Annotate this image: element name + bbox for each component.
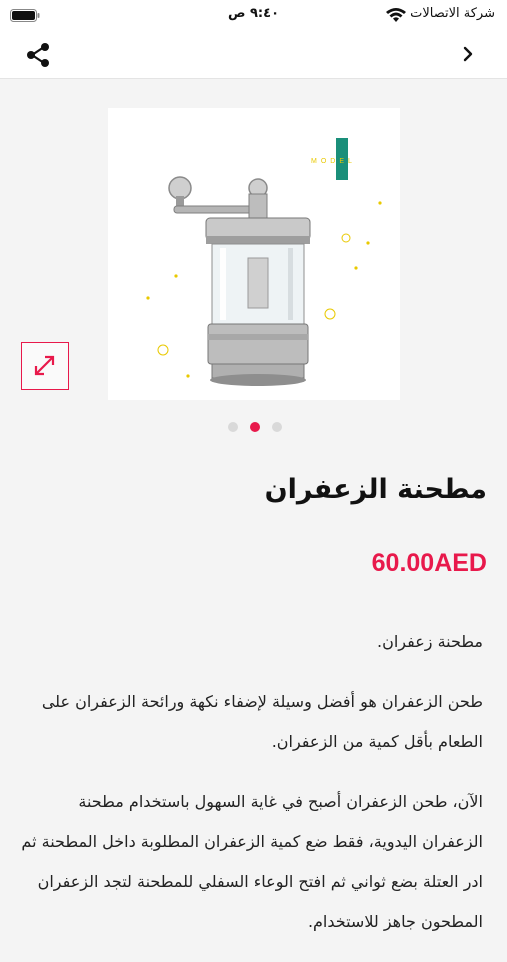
model-badge-number: 1 bbox=[322, 141, 330, 158]
product-description: مطحنة زعفران. طحن الزعفران هو أفضل وسيلة… bbox=[21, 622, 483, 962]
carousel-dot-3[interactable] bbox=[272, 422, 282, 432]
description-paragraph: طحن الزعفران هو أفضل وسيلة لإضفاء نكهة و… bbox=[41, 692, 483, 751]
status-bar: شركة الاتصالات ٩:٤٠ ص bbox=[0, 0, 507, 30]
description-paragraph: الآن، طحن الزعفران أصبح في غاية السهول ب… bbox=[21, 792, 483, 931]
wifi-icon bbox=[386, 8, 406, 22]
product-image[interactable]: MODEL 1 bbox=[108, 108, 400, 400]
expand-image-button[interactable] bbox=[21, 342, 69, 390]
saffron-grinder-image: MODEL 1 bbox=[146, 138, 382, 386]
product-title: مطحنة الزعفران bbox=[264, 474, 487, 505]
expand-icon bbox=[34, 355, 55, 376]
nav-bar bbox=[0, 30, 507, 79]
description-paragraph: مطحنة زعفران. bbox=[377, 632, 483, 651]
share-icon bbox=[27, 43, 49, 67]
chevron-right-icon bbox=[463, 46, 473, 62]
battery-icon bbox=[10, 9, 40, 22]
product-price: 60.00AED bbox=[371, 549, 487, 577]
back-button[interactable] bbox=[459, 44, 477, 64]
model-badge-text: MODEL bbox=[311, 158, 356, 165]
carousel-dot-1[interactable] bbox=[228, 422, 238, 432]
share-button[interactable] bbox=[24, 42, 54, 68]
carousel-dots bbox=[227, 421, 287, 433]
carrier-label: شركة الاتصالات bbox=[410, 6, 495, 21]
carousel-dot-2[interactable] bbox=[250, 422, 260, 432]
time-label: ٩:٤٠ ص bbox=[227, 6, 280, 21]
